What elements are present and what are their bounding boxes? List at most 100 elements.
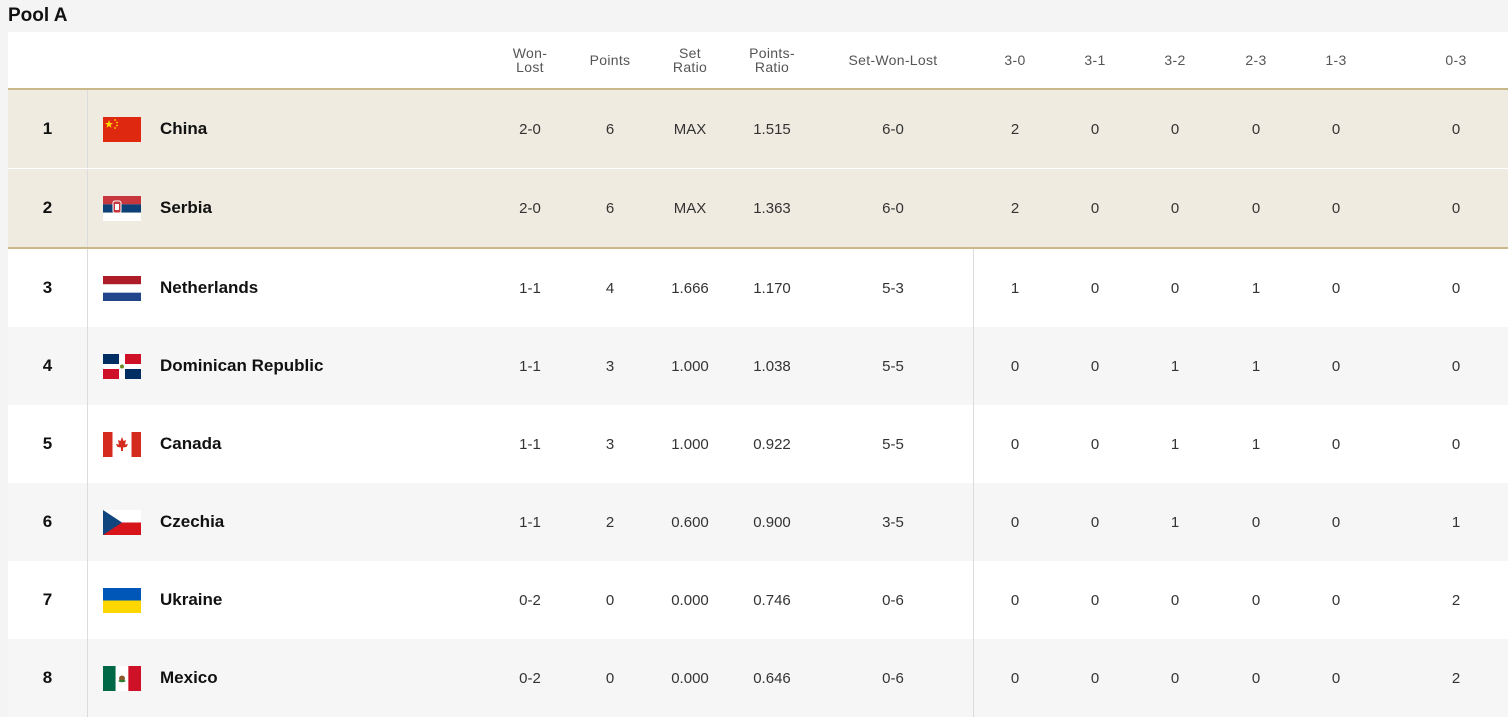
- header-1-3[interactable]: 1-3: [1296, 32, 1376, 88]
- canada-flag-icon: [103, 432, 141, 457]
- cell-won-lost: 0-2: [519, 669, 541, 687]
- table-row[interactable]: 2 Serbia 2-0 6 MAX 1.363 6-0 2 0 0 0 0 0: [8, 169, 1508, 249]
- cell-r03: 0: [1451, 435, 1461, 453]
- cell-r23: 0: [1251, 591, 1261, 609]
- header-3-2[interactable]: 3-2: [1135, 32, 1215, 88]
- cell-r30: 1: [1010, 279, 1020, 297]
- cell-r13: 0: [1331, 357, 1341, 375]
- cell-r32: 1: [1170, 435, 1180, 453]
- cell-r31: 0: [1090, 513, 1100, 531]
- cell-won-lost: 0-2: [519, 591, 541, 609]
- cell-r32: 0: [1170, 199, 1180, 217]
- cell-set-won-lost: 3-5: [882, 513, 904, 531]
- header-2-3-label: 2-3: [1245, 52, 1267, 68]
- cell-r03: 2: [1451, 669, 1461, 687]
- cell-r31: 0: [1090, 591, 1100, 609]
- cell-r23: 0: [1251, 199, 1261, 217]
- header-set-won-lost[interactable]: Set-Won-Lost: [823, 32, 963, 88]
- cell-set-ratio: 1.000: [671, 357, 709, 375]
- cell-r32: 0: [1170, 669, 1180, 687]
- header-points[interactable]: Points: [570, 32, 650, 88]
- rank-value: 2: [42, 198, 53, 217]
- cell-points-ratio: 1.363: [753, 199, 791, 217]
- column-divider: [973, 405, 974, 483]
- rank-cell: 1: [8, 90, 88, 168]
- cell-won-lost: 2-0: [519, 199, 541, 217]
- cell-r30: 0: [1010, 435, 1020, 453]
- cell-r13: 0: [1331, 279, 1341, 297]
- mexico-flag-icon: [103, 666, 141, 691]
- table-row[interactable]: 4 Dominican Republic 1-1 3 1.000 1.038 5-5 0 0 1 1…: [8, 327, 1508, 405]
- cell-r23: 1: [1251, 357, 1261, 375]
- rank-value: 3: [42, 278, 53, 297]
- rank-value: 1: [42, 119, 53, 138]
- rank-cell: 5: [8, 405, 88, 483]
- table-row[interactable]: 8 Mexico 0-2 0 0.000 0.646 0-6 0 0 0 0 0 2: [8, 639, 1508, 717]
- cell-r13: 0: [1331, 513, 1341, 531]
- rank-cell: 8: [8, 639, 88, 717]
- cell-r31: 0: [1090, 279, 1100, 297]
- cell-r30: 0: [1010, 669, 1020, 687]
- column-divider: [973, 327, 974, 405]
- cell-points: 6: [605, 120, 615, 138]
- header-points-ratio[interactable]: Points- Ratio: [730, 32, 814, 88]
- rank-cell: 2: [8, 169, 88, 247]
- team-name[interactable]: Mexico: [160, 639, 218, 717]
- team-name[interactable]: Ukraine: [160, 561, 222, 639]
- cell-set-ratio: 0.600: [671, 513, 709, 531]
- cell-r30: 2: [1010, 120, 1020, 138]
- cell-won-lost: 2-0: [519, 120, 541, 138]
- cell-r31: 0: [1090, 199, 1100, 217]
- header-3-0[interactable]: 3-0: [975, 32, 1055, 88]
- team-name[interactable]: Canada: [160, 405, 221, 483]
- cell-r32: 0: [1170, 591, 1180, 609]
- rank-value: 4: [42, 356, 53, 375]
- column-divider: [973, 249, 974, 327]
- cell-points-ratio: 0.746: [753, 591, 791, 609]
- cell-won-lost: 1-1: [519, 513, 541, 531]
- header-won-lost[interactable]: Won- Lost: [490, 32, 570, 88]
- cell-r03: 0: [1451, 120, 1461, 138]
- table-row[interactable]: 1 China 2-0 6 MAX 1.515 6-0 2 0 0 0 0 0: [8, 90, 1508, 169]
- header-3-1[interactable]: 3-1: [1055, 32, 1135, 88]
- cell-r23: 1: [1251, 279, 1261, 297]
- cell-r32: 0: [1170, 279, 1180, 297]
- table-row[interactable]: 5 Canada 1-1 3 1.000 0.922 5-5 0 0 1 1 0 0: [8, 405, 1508, 483]
- cell-won-lost: 1-1: [519, 357, 541, 375]
- cell-points: 0: [605, 591, 615, 609]
- header-2-3[interactable]: 2-3: [1216, 32, 1296, 88]
- table-row[interactable]: 6 Czechia 1-1 2 0.600 0.900 3-5 0 0 1 0 0 1: [8, 483, 1508, 561]
- cell-points: 0: [605, 669, 615, 687]
- team-name[interactable]: Czechia: [160, 483, 224, 561]
- cell-r03: 2: [1451, 591, 1461, 609]
- cell-r03: 1: [1451, 513, 1461, 531]
- table-row[interactable]: 7 Ukraine 0-2 0 0.000 0.746 0-6 0 0 0 0 0 2: [8, 561, 1508, 639]
- china-flag-icon: [103, 117, 141, 142]
- rank-value: 7: [42, 590, 53, 609]
- cell-r31: 0: [1090, 669, 1100, 687]
- cell-set-ratio: MAX: [673, 199, 707, 217]
- czechia-flag-icon: [103, 510, 141, 535]
- cell-r03: 0: [1451, 357, 1461, 375]
- cell-set-ratio: MAX: [673, 120, 707, 138]
- header-points-ratio-label: Points- Ratio: [749, 45, 795, 75]
- team-name[interactable]: China: [160, 90, 207, 168]
- team-name[interactable]: Dominican Republic: [160, 327, 323, 405]
- cell-r31: 0: [1090, 120, 1100, 138]
- header-0-3[interactable]: 0-3: [1416, 32, 1496, 88]
- rank-cell: 6: [8, 483, 88, 561]
- header-set-ratio[interactable]: Set Ratio: [650, 32, 730, 88]
- team-name[interactable]: Netherlands: [160, 249, 258, 327]
- cell-set-ratio: 0.000: [671, 669, 709, 687]
- cell-set-won-lost: 6-0: [882, 120, 904, 138]
- rank-value: 5: [42, 434, 53, 453]
- cell-set-ratio: 1.000: [671, 435, 709, 453]
- column-divider: [973, 561, 974, 639]
- table-header: Won- Lost Points Set Ratio Points- Ratio…: [8, 32, 1508, 90]
- table-row[interactable]: 3 Netherlands 1-1 4 1.666 1.170 5-3 1 0 0 1 0 0: [8, 249, 1508, 327]
- header-set-won-lost-label: Set-Won-Lost: [848, 52, 938, 68]
- header-3-0-label: 3-0: [1004, 52, 1026, 68]
- cell-r23: 1: [1251, 435, 1261, 453]
- team-name[interactable]: Serbia: [160, 169, 212, 247]
- cell-points-ratio: 0.922: [753, 435, 791, 453]
